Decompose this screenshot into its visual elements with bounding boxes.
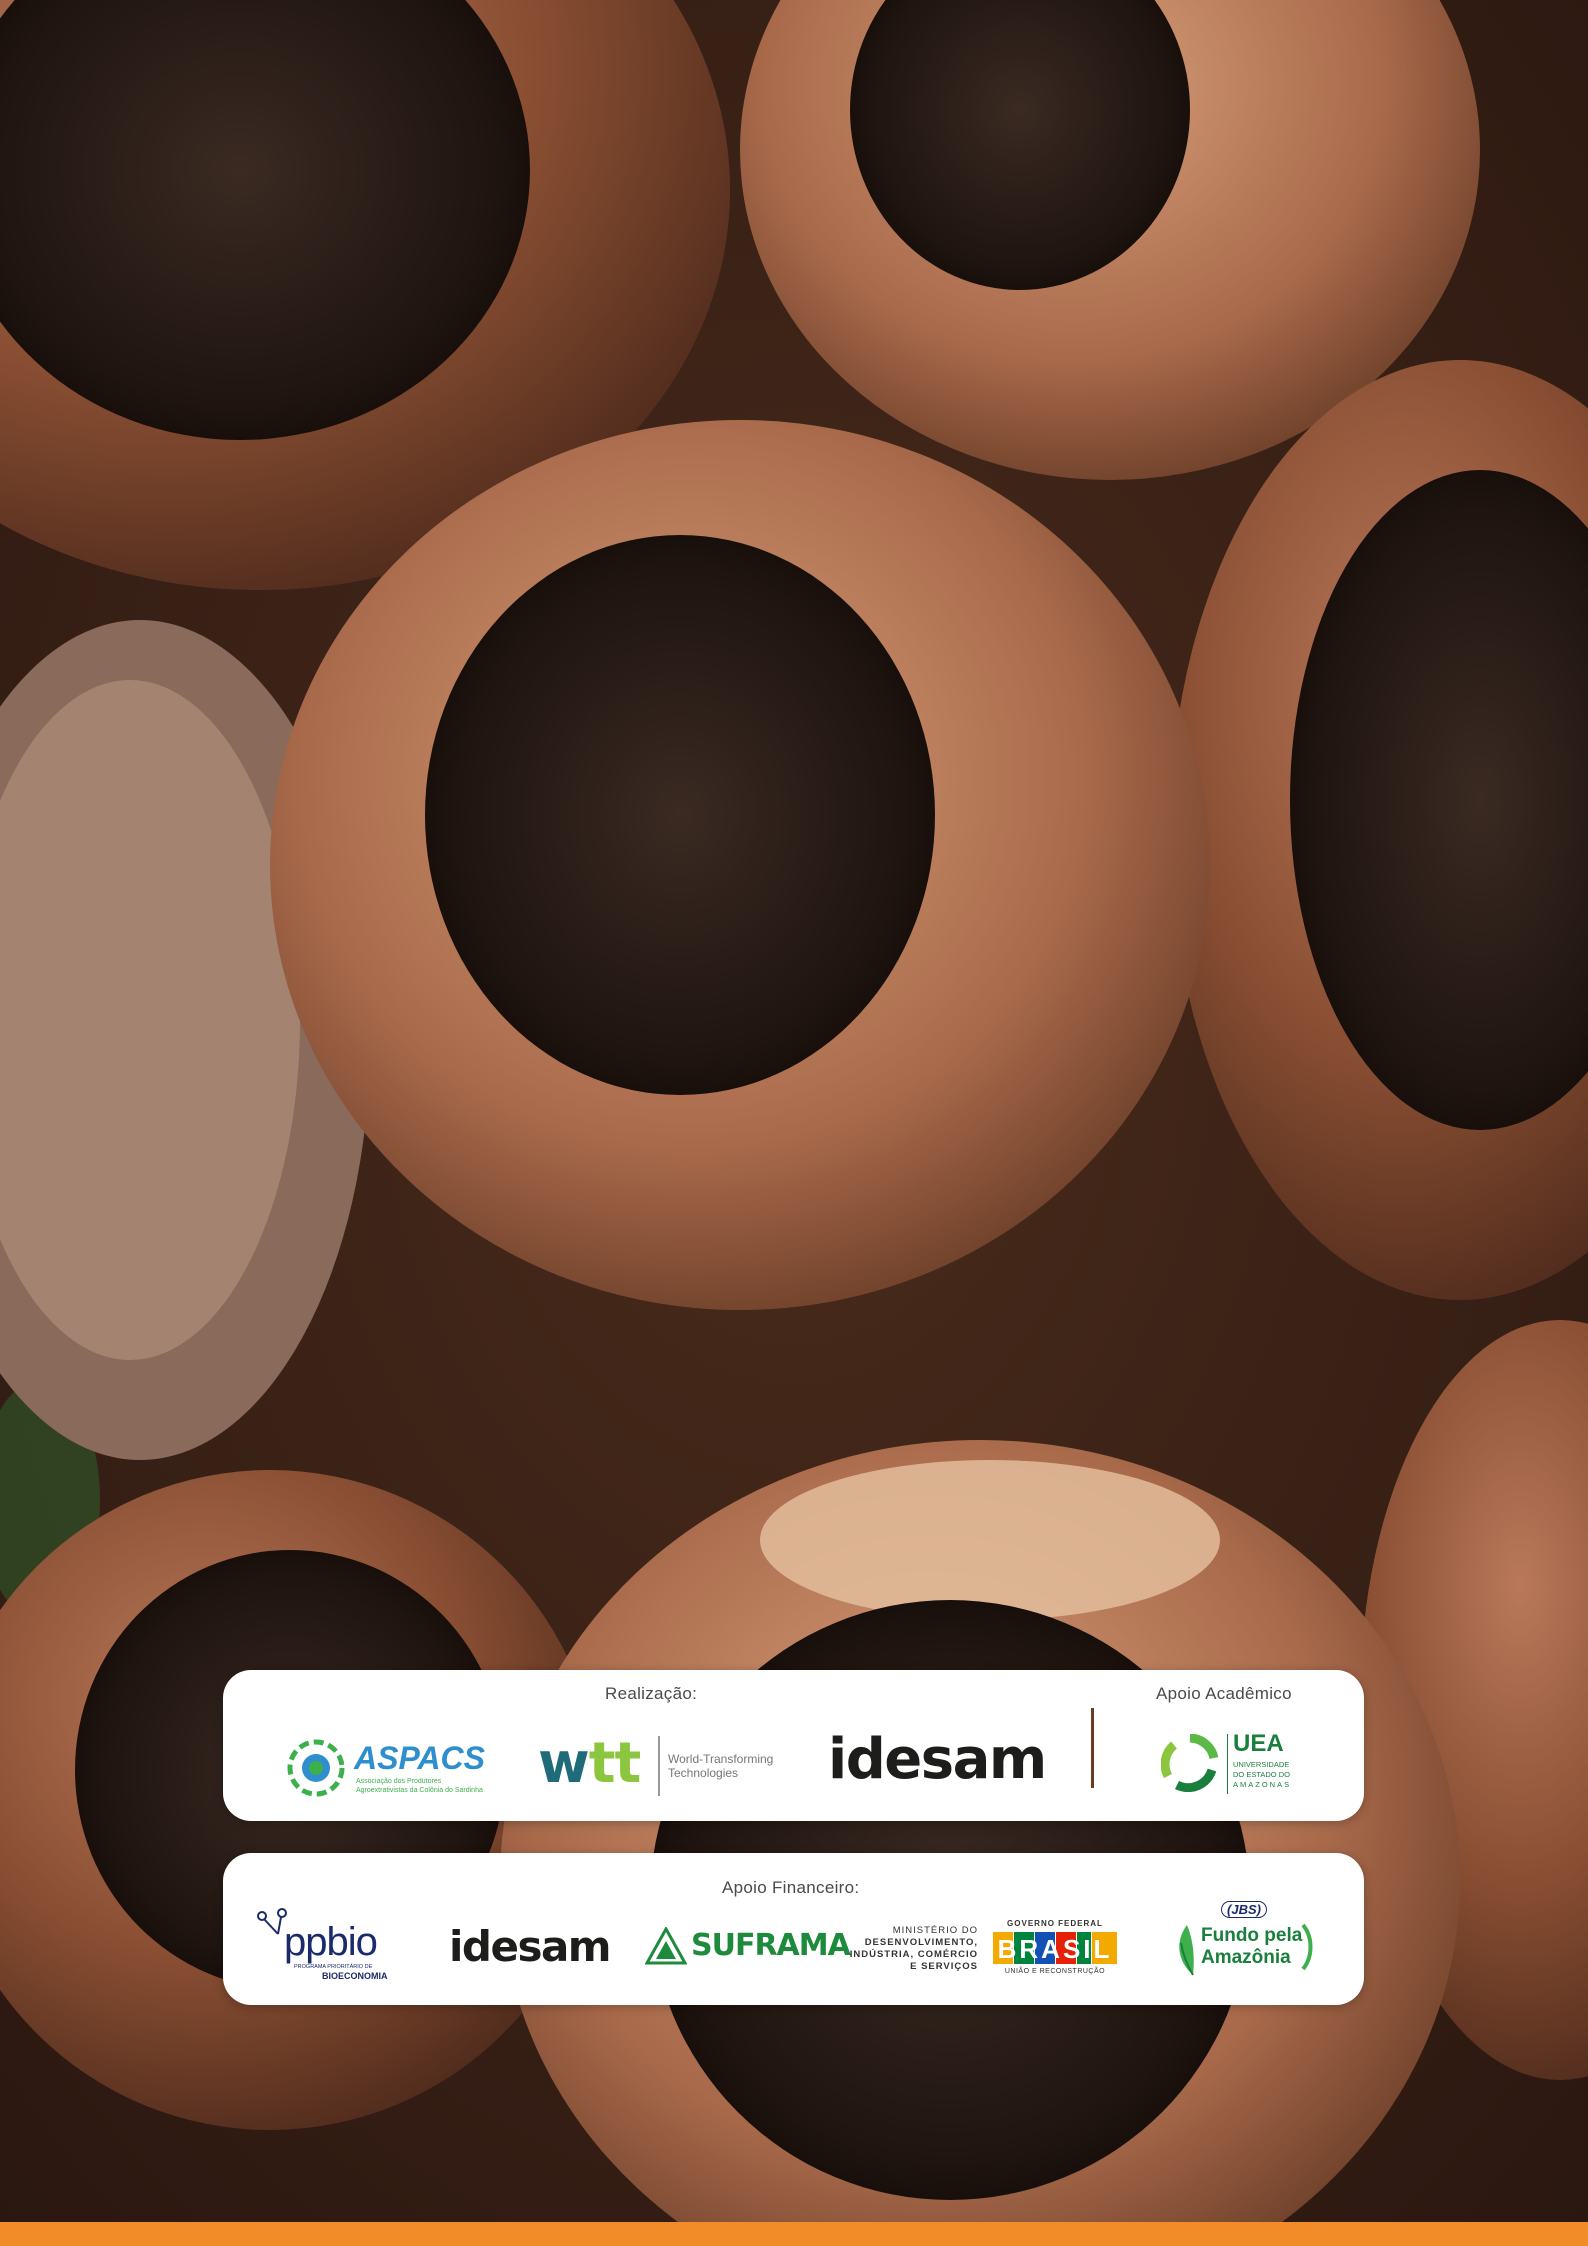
fundo-line-2: Amazônia xyxy=(1201,1947,1291,1968)
ppbio-subtitle-2: BIOECONOMIA xyxy=(322,1971,388,1981)
aspacs-logo: ASPACS Associação dos Produtores Agroext… xyxy=(286,1738,485,1798)
cover-page: Realização: Apoio Acadêmico ASPACS Assoc… xyxy=(0,0,1588,2246)
apoio-academico-label: Apoio Acadêmico xyxy=(1156,1684,1292,1703)
panel-divider xyxy=(1091,1708,1094,1788)
wtt-tagline-1: World-Transforming xyxy=(668,1752,774,1766)
aspacs-name: ASPACS xyxy=(354,1740,485,1776)
wtt-name: wtt xyxy=(538,1731,642,1796)
brasil-text: BRASIL xyxy=(998,1934,1113,1964)
mdic-logo: MINISTÉRIO DO DESENVOLVIMENTO, INDÚSTRIA… xyxy=(843,1925,978,1985)
realizacao-label: Realização: xyxy=(605,1684,698,1703)
uea-line-3: AMAZONAS xyxy=(1233,1780,1292,1789)
ppbio-subtitle-1: PROGRAMA PRIORITÁRIO DE xyxy=(294,1964,373,1970)
suframa-name: SUFRAMA xyxy=(691,1928,851,1963)
fundo-line-1: Fundo pela xyxy=(1201,1925,1303,1946)
jbs-badge-text: JBS xyxy=(1231,1902,1257,1917)
realizacao-panel: Realização: Apoio Acadêmico ASPACS Assoc… xyxy=(223,1670,1364,1821)
suframa-triangle-icon xyxy=(645,1927,687,1965)
mdic-line-4: E SERVIÇOS xyxy=(910,1961,978,1972)
ppbio-name: ppbio xyxy=(284,1920,378,1964)
uea-recycle-icon xyxy=(1161,1734,1219,1792)
wtt-letter-w: w xyxy=(538,1731,590,1796)
wtt-tagline-2: Technologies xyxy=(668,1766,739,1780)
jbs-badge: (JBS) xyxy=(1221,1901,1267,1918)
bracket-icon xyxy=(1301,1923,1313,1971)
mdic-line-1: MINISTÉRIO DO xyxy=(892,1925,978,1936)
apoio-financeiro-label: Apoio Financeiro: xyxy=(722,1878,860,1897)
fundo-amazonia-logo: (JBS) Fundo pela Amazônia xyxy=(1173,1901,1323,1981)
suframa-logo: SUFRAMA xyxy=(645,1927,851,1967)
orange-footer-bar xyxy=(0,2222,1588,2246)
uea-logo: UEA UNIVERSIDADE DO ESTADO DO AMAZONAS xyxy=(1161,1730,1311,1798)
uea-line-2: DO ESTADO DO xyxy=(1233,1770,1290,1779)
brasil-wordmark: BRASIL xyxy=(993,1932,1117,1964)
aspacs-tagline-1: Associação dos Produtores xyxy=(356,1778,442,1785)
idesam-logo: idesam xyxy=(828,1727,1047,1792)
mdic-line-2: DESENVOLVIMENTO, xyxy=(864,1937,978,1948)
aspacs-flower-icon xyxy=(287,1739,345,1797)
aspacs-tagline-2: Agroextrativistas da Colônia do Sardinha xyxy=(356,1787,483,1794)
idesam-logo-2: idesam xyxy=(449,1922,612,1971)
wtt-divider xyxy=(658,1736,660,1796)
governo-bottom-text: UNIÃO E RECONSTRUÇÃO xyxy=(1004,1968,1106,1975)
wtt-letters-tt: tt xyxy=(588,1731,642,1796)
ppbio-logo: ppbio PROGRAMA PRIORITÁRIO DE BIOECONOMI… xyxy=(256,1908,396,1983)
uea-line-1: UNIVERSIDADE xyxy=(1233,1760,1290,1769)
wtt-logo: wtt World-Transforming Technologies xyxy=(538,1730,778,1800)
uea-line xyxy=(1227,1734,1228,1794)
uea-name: UEA xyxy=(1233,1730,1284,1757)
wtt-wordmark: wtt xyxy=(538,1736,641,1792)
mdic-line-3: INDÚSTRIA, COMÉRCIO xyxy=(849,1949,978,1960)
apoio-financeiro-panel: Apoio Financeiro: ppbio PROGRAMA PRIORIT… xyxy=(223,1853,1364,2005)
governo-top-text: GOVERNO FEDERAL xyxy=(1007,1919,1103,1928)
governo-federal-logo: GOVERNO FEDERAL BRASIL UNIÃO E RECONSTRU… xyxy=(990,1919,1120,1991)
leaf-icon xyxy=(1179,1925,1194,1976)
